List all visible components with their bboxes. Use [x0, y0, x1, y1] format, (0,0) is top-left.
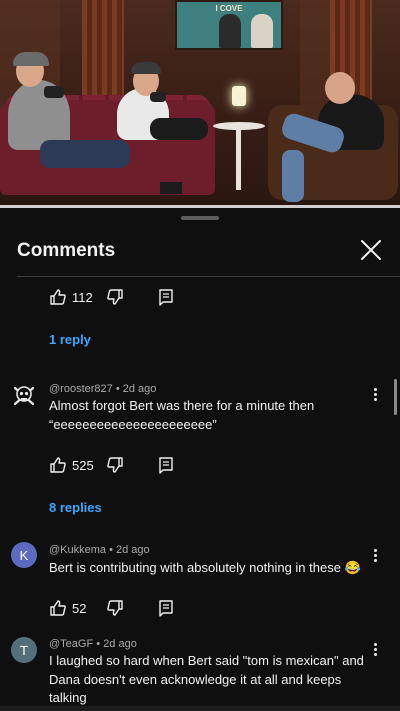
close-icon: [361, 240, 381, 260]
avatar[interactable]: [10, 382, 38, 410]
thumbs-down-icon: [107, 457, 123, 473]
comment-text: Almost forgot Bert was there for a minut…: [49, 397, 369, 434]
comment-text-line: I laughed so hard when Bert said "tom is…: [49, 653, 364, 668]
comment-icon: [159, 457, 173, 474]
microphone: [44, 86, 64, 98]
kebab-dot: [373, 387, 377, 391]
kebab-dot: [373, 397, 377, 401]
comment-time: 2d ago: [116, 544, 150, 556]
kebab-dot: [373, 553, 377, 557]
poster-figure: [251, 14, 273, 48]
like-count: 52: [72, 600, 87, 616]
avatar-letter: K: [19, 547, 29, 563]
comment-text: Bert is contributing with absolutely not…: [49, 560, 361, 575]
avatar-letter: T: [20, 642, 28, 658]
reply-button[interactable]: [157, 456, 175, 479]
avatar[interactable]: K: [11, 542, 37, 568]
cap: [13, 52, 49, 66]
comment-text-line: Almost forgot Bert was there for a minut…: [49, 398, 315, 413]
kebab-dot: [373, 558, 377, 562]
like-count: 525: [72, 457, 94, 473]
comments-sheet: Comments 112 1 reply @rooster827 • 2d ag…: [0, 209, 400, 711]
comment-text-line: “eeeeeeeeeeeeeeeeeeeeee”: [49, 416, 217, 432]
thumbs-down-icon: [107, 289, 123, 305]
bottom-edge: [0, 706, 400, 711]
like-button[interactable]: 52: [49, 599, 86, 617]
thumbs-up-icon: [50, 600, 66, 616]
person-right-head: [325, 72, 355, 104]
comment-text: I laughed so hard when Bert said "tom is…: [49, 652, 369, 708]
comment-meta: @rooster827 • 2d ago: [49, 383, 156, 395]
view-replies-link[interactable]: 1 reply: [49, 332, 91, 347]
comment-time: 2d ago: [103, 638, 137, 650]
person-left-legs: [40, 140, 130, 168]
more-options-button[interactable]: [368, 545, 382, 565]
lamp: [232, 86, 246, 106]
kebab-dot: [373, 652, 377, 656]
close-button[interactable]: [358, 237, 384, 263]
video-player[interactable]: I COVE: [0, 0, 400, 205]
like-button[interactable]: 525: [49, 456, 94, 474]
view-replies-link[interactable]: 8 replies: [49, 500, 102, 515]
cap: [131, 62, 161, 74]
reply-button[interactable]: [157, 288, 175, 311]
comment-author[interactable]: @rooster827: [49, 383, 113, 395]
drag-handle[interactable]: [181, 216, 219, 220]
dislike-button[interactable]: [106, 456, 124, 479]
kebab-dot: [373, 548, 377, 552]
comment-meta: @TeaGF • 2d ago: [49, 638, 137, 650]
comment-text-line: Dana doesn't even acknowledge it at all …: [49, 671, 342, 687]
comment-time: 2d ago: [122, 383, 157, 395]
comment-icon: [159, 289, 173, 306]
kebab-dot: [373, 392, 377, 396]
more-options-button[interactable]: [368, 384, 382, 404]
meta-separator: •: [109, 544, 117, 556]
comment-icon: [159, 600, 173, 617]
header-divider: [17, 276, 400, 277]
poster-figure: [219, 14, 241, 48]
reply-button[interactable]: [157, 599, 175, 622]
thumbs-down-icon: [107, 600, 123, 616]
dislike-button[interactable]: [106, 288, 124, 311]
side-table-leg: [236, 128, 241, 190]
like-button[interactable]: 112: [49, 288, 93, 306]
comment-text-line: talking: [49, 690, 87, 705]
thumbs-up-icon: [50, 457, 66, 473]
comments-title: Comments: [17, 240, 116, 261]
kebab-dot: [373, 647, 377, 651]
thumbs-up-icon: [50, 289, 66, 305]
poster: I COVE: [175, 0, 283, 50]
poster-text: I COVE: [215, 4, 243, 13]
person-right-legs: [282, 150, 304, 202]
scrollbar[interactable]: [394, 379, 397, 415]
kebab-dot: [373, 642, 377, 646]
microphone: [150, 92, 166, 102]
dislike-button[interactable]: [106, 599, 124, 622]
video-progress-fill: [0, 205, 400, 208]
comment-author[interactable]: @TeaGF: [49, 638, 93, 650]
comment-meta: @Kukkema • 2d ago: [49, 544, 150, 556]
person-middle-legs: [150, 118, 208, 140]
video-progress-bar[interactable]: [0, 205, 400, 208]
meta-separator: •: [115, 383, 123, 395]
skull-crossbones-icon: [13, 386, 35, 406]
person-middle-legs: [160, 182, 182, 194]
like-count: 112: [72, 289, 93, 305]
more-options-button[interactable]: [368, 639, 382, 659]
avatar[interactable]: T: [11, 637, 37, 663]
comment-author[interactable]: @Kukkema: [49, 544, 106, 556]
